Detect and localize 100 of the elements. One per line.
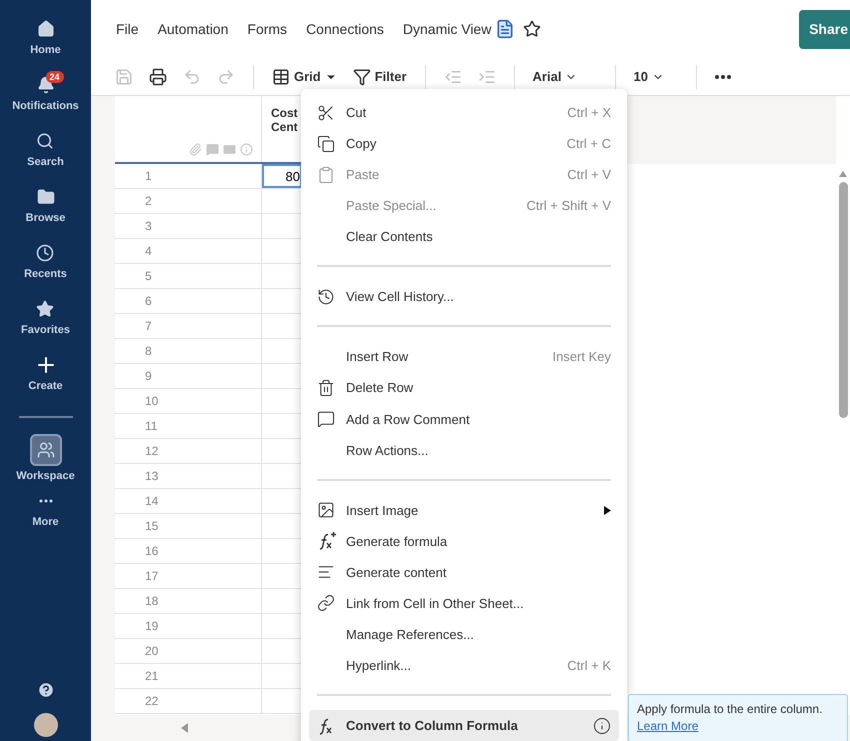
- history-icon: [317, 288, 335, 306]
- font-dropdown[interactable]: Arial: [524, 62, 605, 92]
- menu-item[interactable]: Automation: [158, 21, 228, 37]
- row-number: 19: [115, 614, 262, 638]
- comment-icon: [206, 143, 219, 156]
- people-icon: [36, 441, 54, 459]
- row-number: 8: [115, 339, 262, 363]
- filter-button[interactable]: Filter: [344, 62, 415, 92]
- menu-item[interactable]: View Cell History...: [309, 281, 619, 312]
- trash-icon: [317, 378, 335, 397]
- share-button[interactable]: Share: [799, 10, 850, 48]
- menu-item[interactable]: Cut Ctrl + X: [309, 97, 619, 128]
- comment-icon: [317, 410, 335, 428]
- search-icon: [36, 132, 54, 150]
- shortcut-text: Ctrl + C: [566, 136, 611, 152]
- grid-icon: [272, 68, 290, 86]
- sidebar-item[interactable]: Browse: [26, 186, 66, 242]
- menu-item[interactable]: Manage References...: [309, 618, 619, 650]
- star-icon: [36, 300, 54, 318]
- scroll-left-icon[interactable]: [181, 723, 189, 733]
- sidebar-item[interactable]: Favorites: [21, 298, 70, 354]
- shortcut-text: Ctrl + K: [567, 658, 611, 674]
- menu-item[interactable]: Connections: [306, 21, 384, 37]
- help-icon[interactable]: [36, 681, 54, 699]
- menu-item[interactable]: Insert Row Insert Key: [309, 341, 619, 372]
- row-number: 10: [115, 389, 262, 413]
- row-number: 13: [115, 464, 262, 488]
- more-icon: [714, 74, 731, 78]
- sidebar-item[interactable]: Workspace: [16, 434, 75, 490]
- menu-item[interactable]: Copy Ctrl + C: [309, 128, 619, 160]
- column-header[interactable]: Cost Cent: [262, 96, 302, 162]
- row-number: 22: [115, 689, 262, 713]
- card-icon: [223, 143, 236, 156]
- sidebar-item[interactable]: Recents: [24, 242, 67, 298]
- row-number: 9: [115, 364, 262, 388]
- menu-item[interactable]: Hyperlink... Ctrl + K: [309, 650, 619, 682]
- document-icon[interactable]: [495, 19, 516, 39]
- folder-icon: [36, 188, 54, 206]
- shortcut-text: Ctrl + X: [567, 105, 611, 120]
- scissors-icon: [317, 104, 335, 122]
- row-number: 20: [115, 639, 262, 663]
- row-number: 16: [115, 539, 262, 563]
- row-number: 6: [115, 289, 262, 313]
- sidebar-item[interactable]: Home: [30, 18, 61, 74]
- font-size-dropdown[interactable]: 10: [626, 62, 686, 92]
- menu-item[interactable]: Add a Row Comment: [309, 404, 619, 435]
- row-number: 17: [115, 564, 262, 588]
- info-icon[interactable]: [593, 716, 611, 735]
- menu-item[interactable]: Generate formula: [309, 526, 619, 557]
- copy-icon: [317, 134, 335, 153]
- link-icon: [317, 594, 335, 612]
- tooltip-text: Apply formula to the entire column.: [637, 702, 822, 716]
- menu-item[interactable]: Row Actions...: [309, 434, 619, 466]
- row-number: 21: [115, 664, 262, 688]
- clock-icon: [36, 244, 54, 262]
- shortcut-text: Insert Key: [552, 349, 611, 364]
- sidebar-item[interactable]: 24 Notifications: [12, 74, 79, 130]
- menu-item[interactable]: File: [116, 21, 139, 37]
- image-icon: [317, 501, 335, 520]
- row-number: 7: [115, 314, 262, 338]
- notification-badge: 24: [46, 71, 64, 83]
- row-number: 1: [115, 164, 262, 188]
- row-number: 5: [115, 264, 262, 288]
- undo-icon: [183, 68, 201, 86]
- scrollbar-thumb[interactable]: [838, 182, 848, 418]
- clipboard-icon: [317, 166, 335, 184]
- sidebar-item[interactable]: Create: [28, 354, 63, 410]
- attachment-icon: [189, 143, 202, 156]
- row-number: 2: [115, 189, 262, 213]
- menu-item[interactable]: Generate content: [309, 556, 619, 588]
- menu-item[interactable]: Dynamic View: [402, 21, 492, 37]
- filter-icon: [352, 68, 371, 86]
- menu-item[interactable]: Link from Cell in Other Sheet...: [309, 588, 619, 619]
- row-number: 4: [115, 239, 262, 263]
- row-number: 3: [115, 214, 262, 238]
- menu-item[interactable]: Insert Image: [309, 494, 619, 526]
- menu-item[interactable]: Clear Contents: [309, 221, 619, 252]
- menu-item[interactable]: Delete Row: [309, 372, 619, 404]
- shortcut-text: Ctrl + V: [567, 167, 611, 182]
- menu-item[interactable]: Convert to Column Formula: [309, 710, 619, 741]
- row-number: 11: [115, 414, 262, 438]
- view-dropdown[interactable]: Grid: [264, 62, 345, 92]
- avatar[interactable]: [34, 713, 58, 737]
- shortcut-text: Ctrl + Shift + V: [526, 198, 611, 214]
- home-icon: [36, 20, 54, 38]
- more-icon: [38, 499, 52, 503]
- sidebar-item[interactable]: More: [32, 490, 59, 546]
- row-number: 14: [115, 489, 262, 513]
- formula-sparkle-icon: [317, 531, 337, 552]
- row-number: 15: [115, 514, 262, 538]
- menu-item[interactable]: Forms: [247, 21, 288, 37]
- learn-more-link[interactable]: Learn More: [637, 718, 698, 735]
- scroll-up-icon[interactable]: [838, 170, 848, 178]
- printer-icon: [149, 68, 167, 86]
- sidebar-item[interactable]: Search: [27, 130, 64, 186]
- info-icon: [240, 143, 253, 156]
- star-icon[interactable]: [523, 20, 542, 38]
- row-number: 18: [115, 589, 262, 613]
- save-icon: [115, 68, 133, 86]
- row-number: 12: [115, 439, 262, 463]
